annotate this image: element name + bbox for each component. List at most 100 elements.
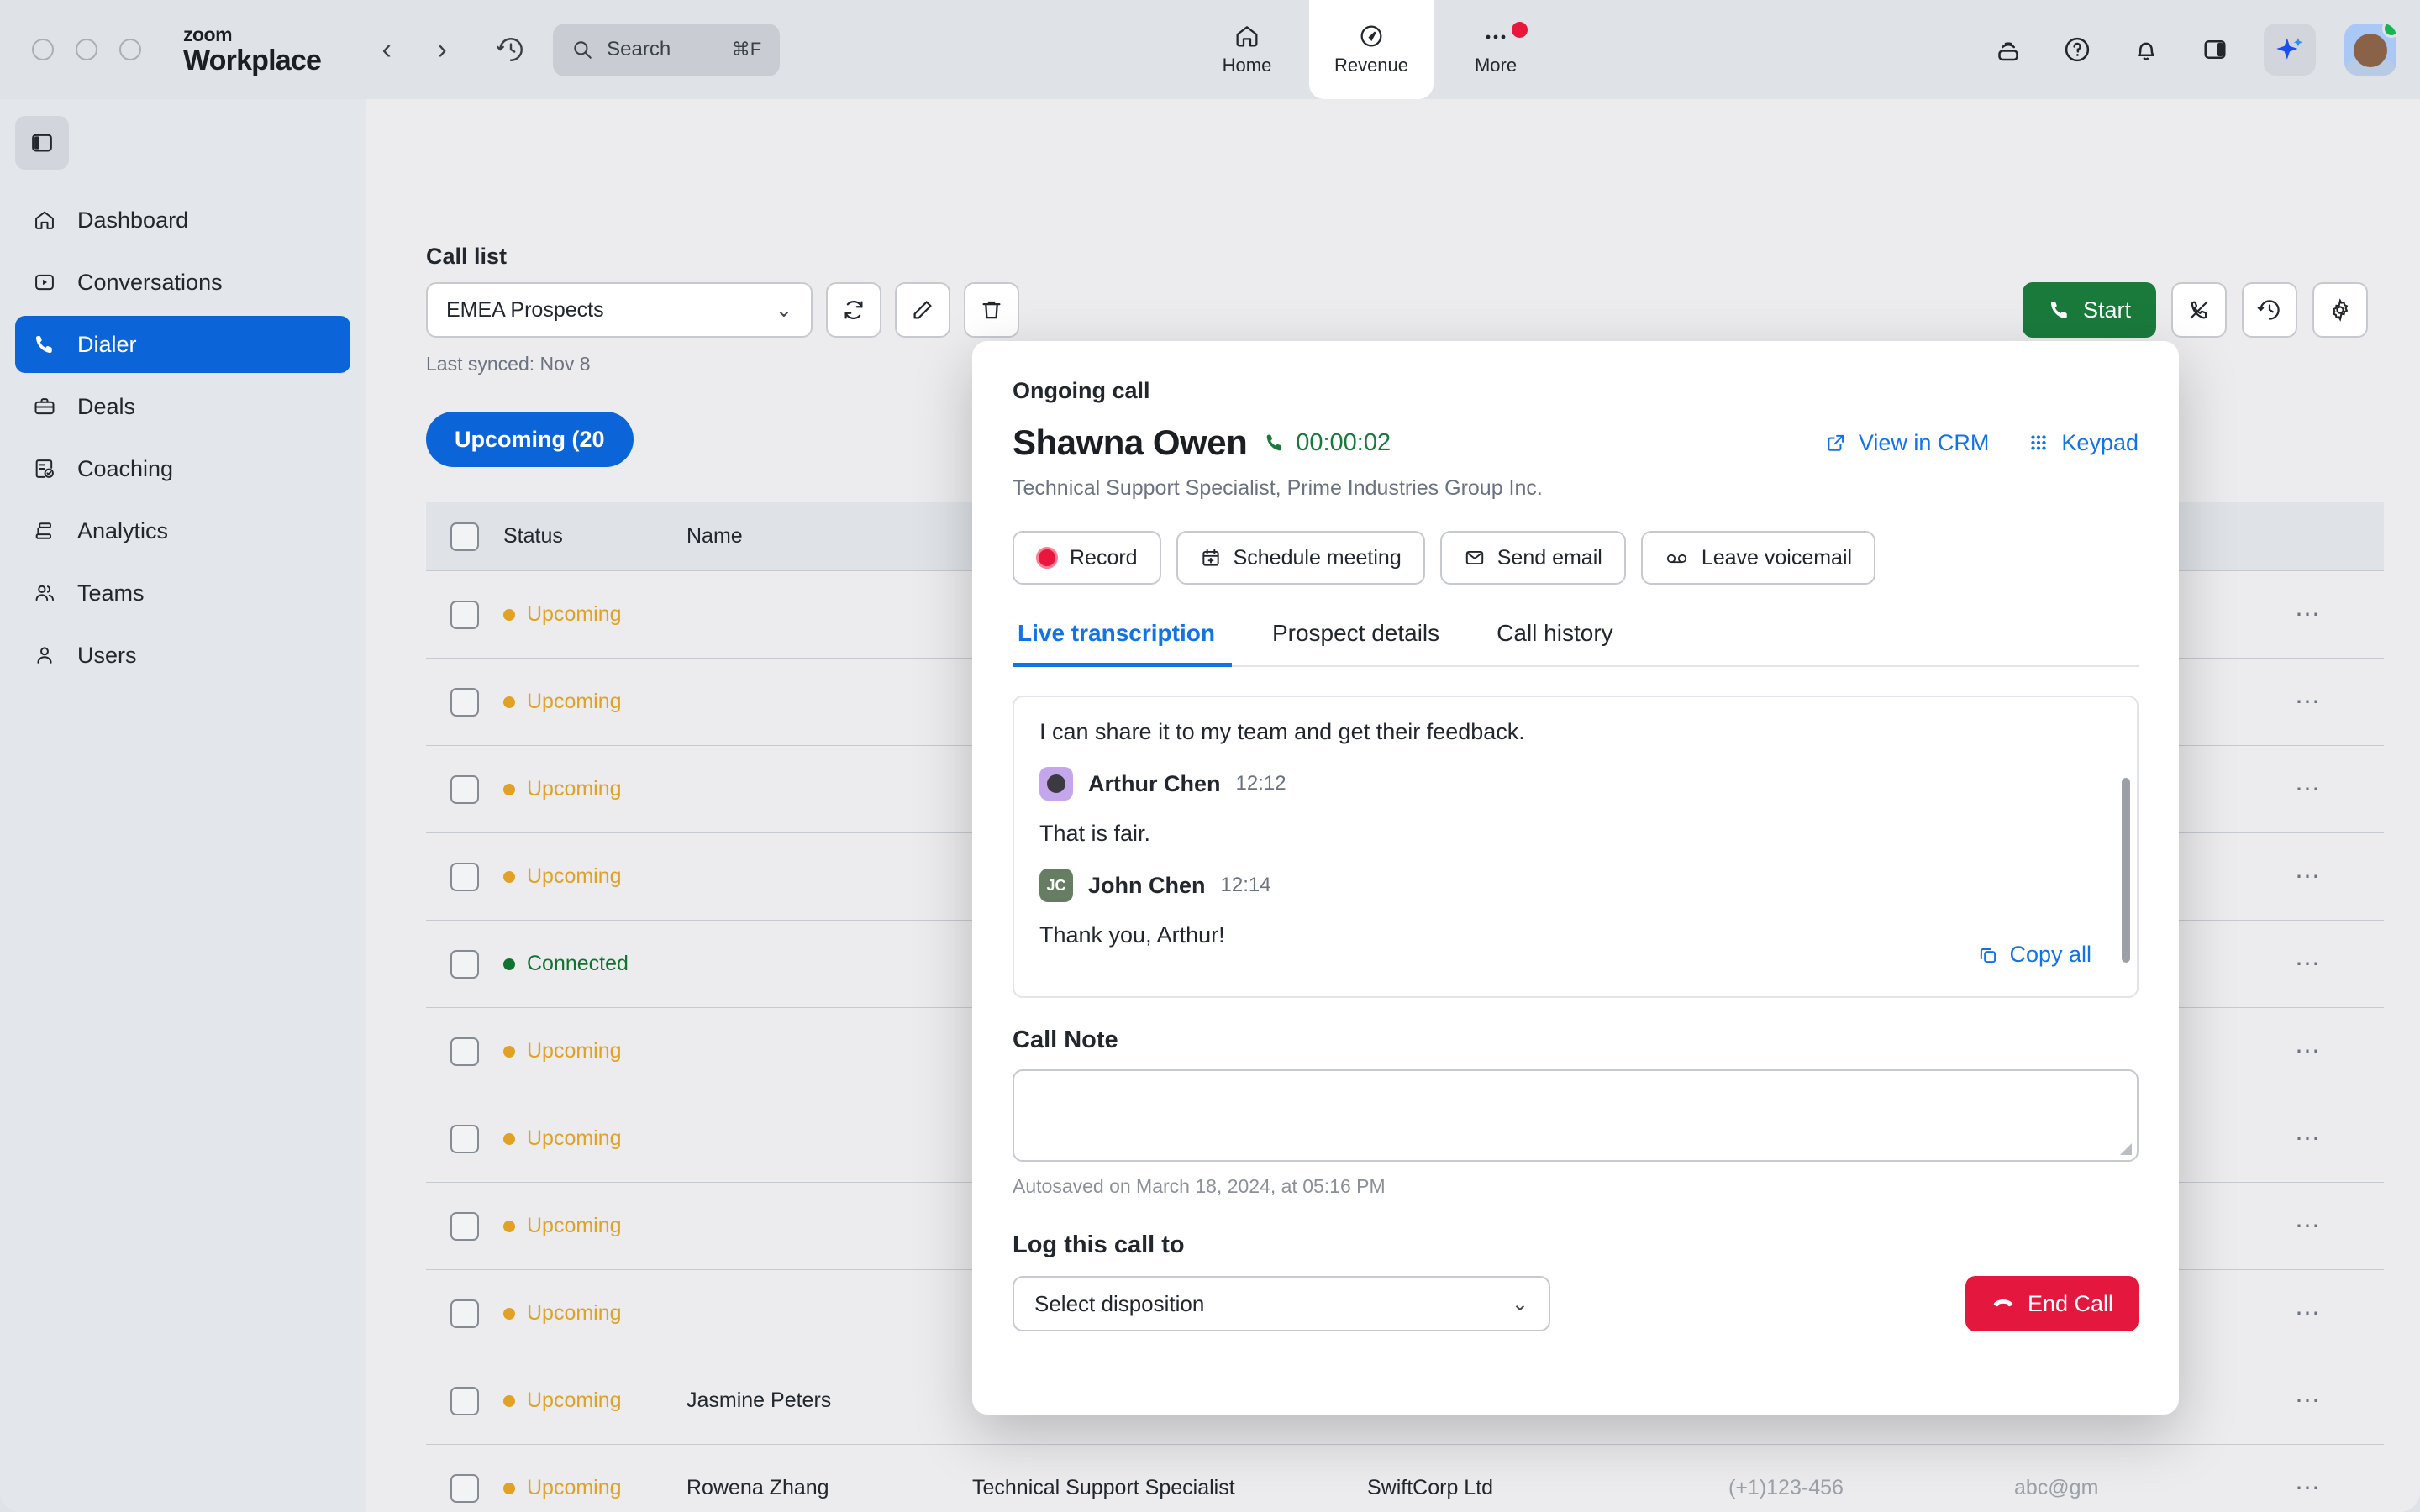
col-name[interactable]: Name bbox=[687, 524, 972, 549]
row-actions-button[interactable]: ⋯ bbox=[2258, 1386, 2359, 1415]
tab-more[interactable]: More bbox=[1434, 0, 1558, 99]
status-dot bbox=[503, 958, 515, 970]
copy-all-button[interactable]: Copy all bbox=[1977, 942, 2091, 968]
sidebar-item-dialer[interactable]: Dialer bbox=[15, 316, 350, 373]
schedule-meeting-button[interactable]: Schedule meeting bbox=[1176, 531, 1425, 585]
transcript-text: Thank you, Arthur! bbox=[1039, 922, 1225, 948]
autosaved-text: Autosaved on March 18, 2024, at 05:16 PM bbox=[1013, 1175, 1386, 1197]
tab-prospect-details[interactable]: Prospect details bbox=[1244, 620, 1468, 665]
row-checkbox[interactable] bbox=[426, 687, 503, 717]
history-button[interactable] bbox=[2242, 282, 2297, 338]
send-email-button[interactable]: Send email bbox=[1439, 531, 1626, 585]
row-checkbox[interactable] bbox=[426, 774, 503, 804]
sidebar-item-coaching[interactable]: Coaching bbox=[15, 440, 350, 497]
sidebar-item-dashboard[interactable]: Dashboard bbox=[15, 192, 350, 249]
row-actions-button[interactable]: ⋯ bbox=[2258, 774, 2359, 804]
edit-button[interactable] bbox=[895, 282, 950, 338]
tab-revenue[interactable]: Revenue bbox=[1309, 0, 1434, 99]
sidebar-item-conversations[interactable]: Conversations bbox=[15, 254, 350, 311]
call-timer-value: 00:00:02 bbox=[1296, 428, 1392, 456]
search-input[interactable]: Search ⌘F bbox=[553, 23, 781, 76]
row-status: Upcoming bbox=[503, 1214, 687, 1238]
row-checkbox[interactable] bbox=[426, 1037, 503, 1066]
call-list-select[interactable]: EMEA Prospects ⌄ bbox=[426, 282, 813, 338]
row-checkbox[interactable] bbox=[426, 1299, 503, 1328]
table-row[interactable]: Upcoming Rowena Zhang Technical Support Sp… bbox=[426, 1445, 2384, 1512]
sidebar-item-teams[interactable]: Teams bbox=[15, 564, 350, 622]
row-checkbox[interactable] bbox=[426, 862, 503, 891]
row-actions-button[interactable]: ⋯ bbox=[2258, 862, 2359, 891]
tab-more-label: More bbox=[1474, 55, 1518, 76]
row-checkbox[interactable] bbox=[426, 1386, 503, 1415]
row-actions-button[interactable]: ⋯ bbox=[2258, 687, 2359, 717]
row-actions-button[interactable]: ⋯ bbox=[2258, 1473, 2359, 1503]
select-all-checkbox[interactable] bbox=[426, 522, 503, 551]
row-actions-button[interactable]: ⋯ bbox=[2258, 1037, 2359, 1066]
refresh-button[interactable] bbox=[826, 282, 881, 338]
row-actions-button[interactable]: ⋯ bbox=[2258, 600, 2359, 629]
end-call-button[interactable]: End Call bbox=[1965, 1276, 2139, 1331]
primary-tabs: Home Revenue More bbox=[1185, 0, 1558, 99]
row-actions-button[interactable]: ⋯ bbox=[2258, 1299, 2359, 1328]
tab-home[interactable]: Home bbox=[1185, 0, 1309, 99]
row-actions-button[interactable]: ⋯ bbox=[2258, 1211, 2359, 1241]
recent-history-icon[interactable] bbox=[489, 28, 533, 71]
back-button[interactable]: ‹ bbox=[368, 31, 405, 68]
row-checkbox[interactable] bbox=[426, 1473, 503, 1503]
tab-live-transcription[interactable]: Live transcription bbox=[1013, 620, 1244, 667]
settings-button[interactable] bbox=[2312, 282, 2368, 338]
user-avatar[interactable] bbox=[2344, 24, 2396, 76]
disposition-select[interactable]: Select disposition ⌄ bbox=[1013, 1276, 1550, 1331]
sidebar-toggle-button[interactable] bbox=[15, 116, 69, 170]
help-icon[interactable] bbox=[2057, 29, 2097, 70]
sidebar-item-analytics[interactable]: Analytics bbox=[15, 502, 350, 559]
close-button[interactable] bbox=[32, 39, 54, 60]
last-synced-text: Last synced: Nov 8 bbox=[426, 353, 591, 375]
status-dot bbox=[503, 1394, 515, 1407]
upcoming-filter-pill[interactable]: Upcoming (20 bbox=[426, 412, 634, 467]
leave-voicemail-button[interactable]: Leave voicemail bbox=[1640, 531, 1876, 585]
phone-off-button[interactable] bbox=[2171, 282, 2227, 338]
bell-icon[interactable] bbox=[2126, 29, 2166, 70]
record-button[interactable]: Record bbox=[1013, 531, 1161, 585]
status-label: Upcoming bbox=[527, 777, 622, 801]
row-actions-button[interactable]: ⋯ bbox=[2258, 1124, 2359, 1153]
call-timer: 00:00:02 bbox=[1264, 429, 1391, 457]
maximize-button[interactable] bbox=[119, 39, 141, 60]
window-controls[interactable] bbox=[32, 39, 141, 60]
sidebar-item-users[interactable]: Users bbox=[15, 627, 350, 684]
tab-call-history[interactable]: Call history bbox=[1468, 620, 1641, 665]
keypad-label: Keypad bbox=[2061, 429, 2139, 455]
call-note-label: Call Note bbox=[1013, 1026, 1118, 1053]
row-checkbox[interactable] bbox=[426, 1124, 503, 1153]
transcript-panel[interactable]: I can share it to my team and get their … bbox=[1013, 696, 2139, 998]
ai-sparkle-icon[interactable] bbox=[2264, 24, 2316, 76]
minimize-button[interactable] bbox=[76, 39, 97, 60]
schedule-meeting-label: Schedule meeting bbox=[1233, 545, 1402, 570]
call-note-input[interactable] bbox=[1013, 1069, 2139, 1162]
keypad-button[interactable]: Keypad bbox=[2028, 430, 2139, 456]
cast-icon[interactable] bbox=[1988, 29, 2028, 70]
sidebar-item-label: Teams bbox=[77, 580, 145, 606]
row-actions-button[interactable]: ⋯ bbox=[2258, 949, 2359, 979]
titlebar-right-actions bbox=[1988, 0, 2396, 99]
end-call-label: End Call bbox=[2027, 1290, 2113, 1316]
play-box-icon bbox=[30, 270, 59, 294]
record-icon bbox=[1036, 547, 1058, 569]
forward-button[interactable]: › bbox=[424, 31, 460, 68]
transcript-text: That is fair. bbox=[1039, 821, 1151, 846]
col-status[interactable]: Status bbox=[503, 524, 687, 549]
row-checkbox[interactable] bbox=[426, 600, 503, 629]
status-label: Upcoming bbox=[527, 1126, 622, 1150]
start-call-button[interactable]: Start bbox=[2022, 282, 2156, 338]
person-icon bbox=[30, 643, 59, 667]
view-in-crm-link[interactable]: View in CRM bbox=[1825, 430, 1989, 456]
people-icon bbox=[30, 581, 59, 605]
delete-button[interactable] bbox=[964, 282, 1019, 338]
panel-layout-icon[interactable] bbox=[2195, 29, 2235, 70]
transcript-speaker: Arthur Chen 12:12 bbox=[1039, 767, 2112, 801]
sidebar-item-deals[interactable]: Deals bbox=[15, 378, 350, 435]
transcript-scrollbar[interactable] bbox=[2122, 778, 2130, 963]
row-checkbox[interactable] bbox=[426, 1211, 503, 1241]
row-checkbox[interactable] bbox=[426, 949, 503, 979]
